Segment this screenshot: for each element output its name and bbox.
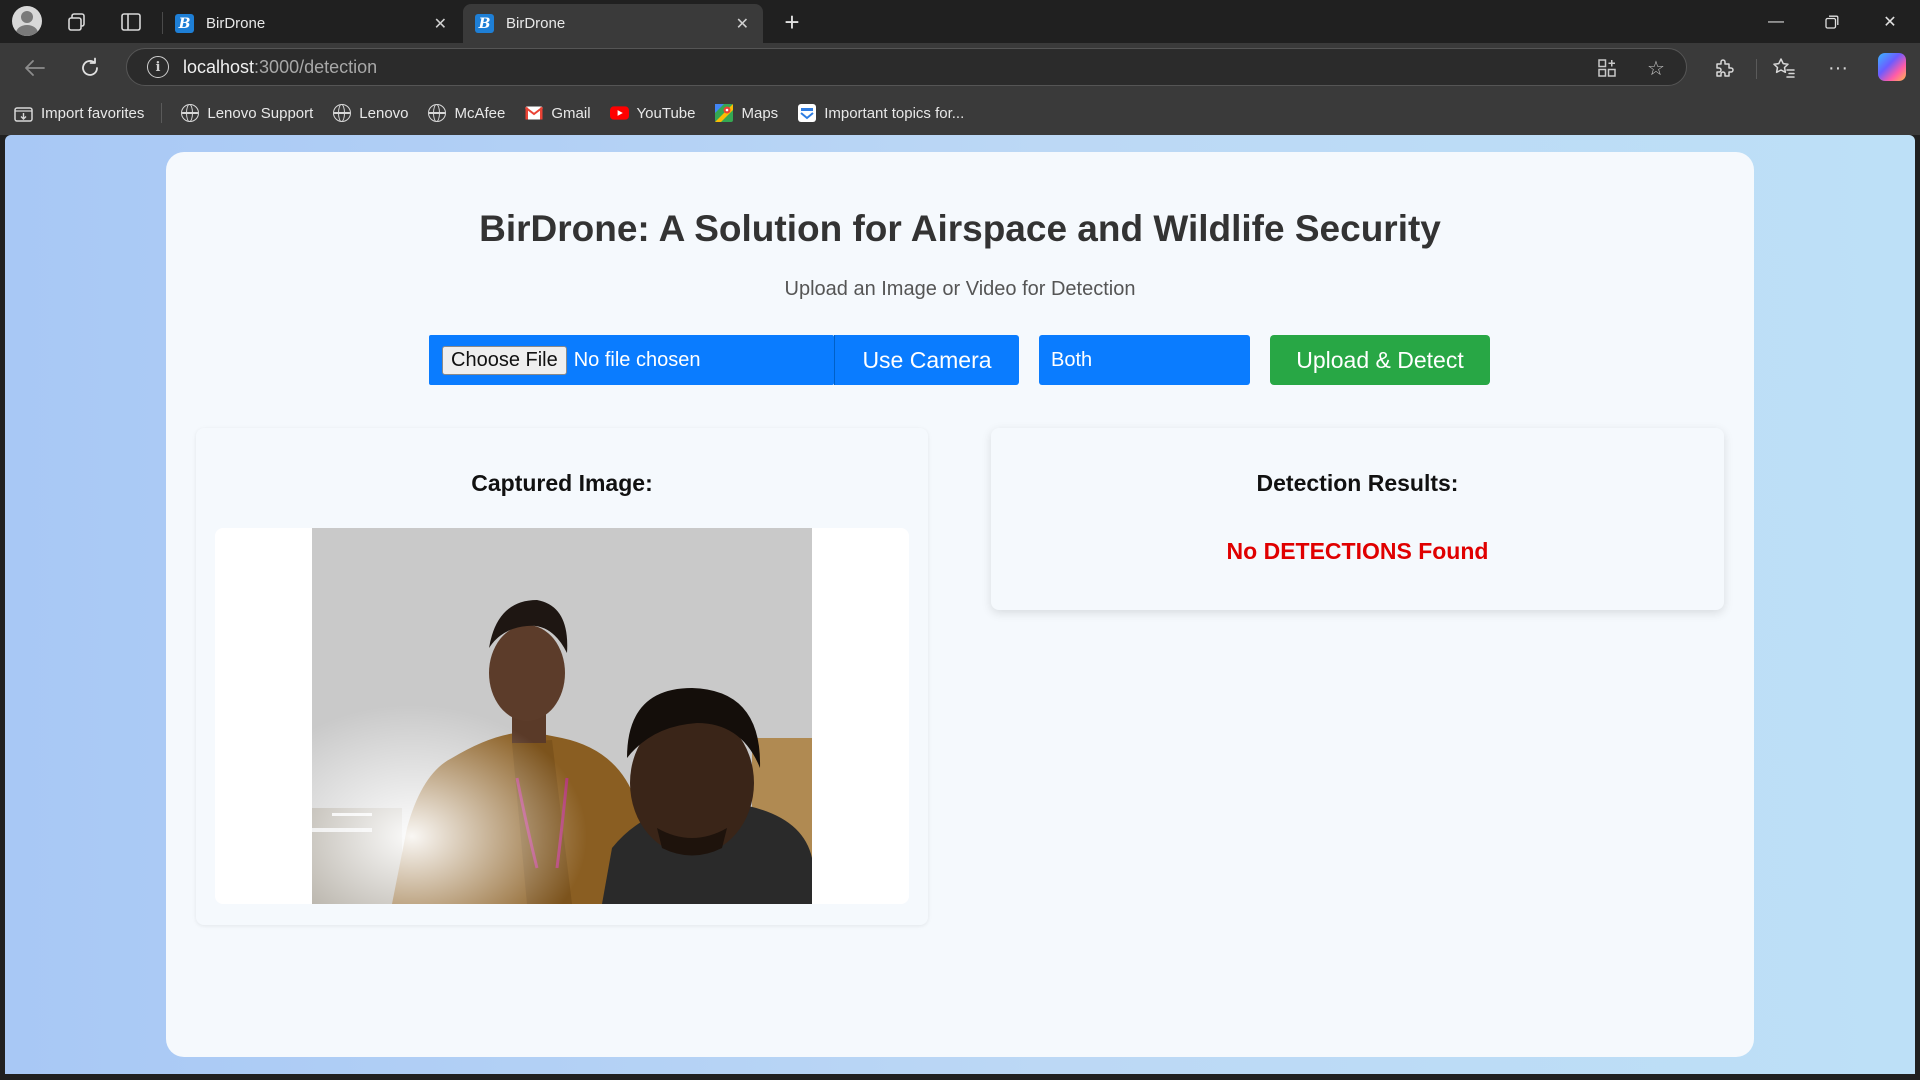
bookmark-lenovo-support[interactable]: Lenovo Support — [180, 104, 313, 123]
url-text[interactable]: localhost:3000/detection — [183, 57, 377, 78]
no-detections-message: No DETECTIONS Found — [1226, 538, 1489, 564]
workspaces-icon[interactable] — [62, 7, 92, 37]
bookmark-label: Lenovo — [359, 104, 409, 122]
bookmarks-bar: Import favorites Lenovo Support Lenovo M… — [0, 91, 1920, 135]
tab-birdrone-2[interactable]: B BirDrone ✕ — [463, 4, 763, 43]
favorite-star-icon[interactable]: ☆ — [1637, 49, 1675, 87]
detection-results-heading: Detection Results: — [1256, 470, 1459, 496]
youtube-icon — [609, 104, 629, 123]
browser-toolbar: i localhost:3000/detection ☆ ··· — [0, 43, 1920, 91]
detection-mode-select[interactable]: Both — [1039, 335, 1250, 385]
url-host: localhost — [183, 56, 255, 77]
toolbar-separator — [1756, 59, 1757, 79]
bookmark-label: Import favorites — [41, 104, 145, 122]
close-tab-icon[interactable]: ✕ — [736, 14, 749, 34]
bookmark-page-icon — [797, 104, 816, 123]
globe-icon — [428, 104, 447, 123]
maps-icon — [715, 104, 734, 123]
vertical-tabs-icon[interactable] — [116, 7, 146, 37]
refresh-icon[interactable] — [73, 51, 107, 85]
tab-title: BirDrone — [506, 15, 566, 32]
back-arrow-icon[interactable] — [18, 51, 52, 85]
url-path: :3000/detection — [254, 56, 378, 77]
bookmark-label: Maps — [741, 104, 779, 122]
globe-icon — [332, 104, 351, 123]
birdrone-favicon-icon: B — [175, 14, 194, 33]
address-bar[interactable]: i localhost:3000/detection ☆ — [126, 48, 1687, 86]
import-icon — [14, 104, 33, 123]
extensions-icon[interactable] — [1706, 51, 1742, 85]
restore-window-icon[interactable] — [1804, 0, 1860, 43]
gmail-icon — [524, 104, 543, 123]
bookmark-label: McAfee — [454, 104, 506, 122]
bookmark-gmail[interactable]: Gmail — [524, 104, 591, 123]
page-title: BirDrone: A Solution for Airspace and Wi… — [479, 208, 1441, 249]
tab-birdrone-1[interactable]: B BirDrone ✕ — [163, 4, 461, 43]
more-options-icon[interactable]: ··· — [1820, 51, 1856, 85]
upload-detect-button[interactable]: Upload & Detect — [1270, 335, 1490, 385]
bookmark-label: Important topics for... — [824, 104, 965, 122]
main-card: BirDrone: A Solution for Airspace and Wi… — [166, 152, 1754, 1057]
bookmark-youtube[interactable]: YouTube — [609, 104, 696, 123]
use-camera-button[interactable]: Use Camera — [834, 335, 1019, 385]
site-info-icon[interactable]: i — [147, 56, 169, 78]
file-status-text: No file chosen — [573, 348, 701, 371]
captured-photo — [312, 528, 812, 904]
profile-avatar-icon[interactable] — [12, 6, 42, 36]
captured-image-frame — [215, 528, 909, 904]
bookmark-import-favorites[interactable]: Import favorites — [14, 104, 144, 123]
bookmark-lenovo[interactable]: Lenovo — [332, 104, 409, 123]
minimize-window-icon[interactable]: — — [1748, 0, 1804, 43]
page-subtitle: Upload an Image or Video for Detection — [784, 278, 1136, 300]
bookmark-mcafee[interactable]: McAfee — [428, 104, 506, 123]
copilot-icon[interactable] — [1878, 53, 1906, 81]
tab-title: BirDrone — [206, 15, 266, 32]
detection-results-panel: Detection Results: No DETECTIONS Found — [991, 428, 1724, 610]
choose-file-button[interactable]: Choose File — [442, 345, 567, 375]
close-window-icon[interactable]: ✕ — [1862, 0, 1918, 43]
globe-icon — [180, 104, 199, 123]
bookmark-label: Gmail — [551, 104, 591, 122]
page-viewport: BirDrone: A Solution for Airspace and Wi… — [5, 135, 1915, 1074]
favorites-list-icon[interactable] — [1766, 51, 1802, 85]
birdrone-favicon-icon: B — [475, 14, 494, 33]
captured-image-heading: Captured Image: — [471, 470, 653, 496]
bookmark-maps[interactable]: Maps — [715, 104, 779, 123]
app-available-icon[interactable] — [1588, 49, 1626, 87]
bookmark-important-topics[interactable]: Important topics for... — [797, 104, 964, 123]
new-tab-plus-icon[interactable]: + — [776, 6, 808, 38]
bookmarks-separator — [161, 103, 163, 123]
file-input[interactable]: Choose File No file chosen — [429, 335, 834, 385]
bookmark-label: YouTube — [636, 104, 696, 122]
captured-image-panel: Captured Image: — [196, 428, 928, 925]
browser-titlebar: B BirDrone ✕ B BirDrone ✕ + — ✕ — [0, 0, 1920, 43]
bookmark-label: Lenovo Support — [207, 104, 314, 122]
close-tab-icon[interactable]: ✕ — [434, 14, 447, 34]
